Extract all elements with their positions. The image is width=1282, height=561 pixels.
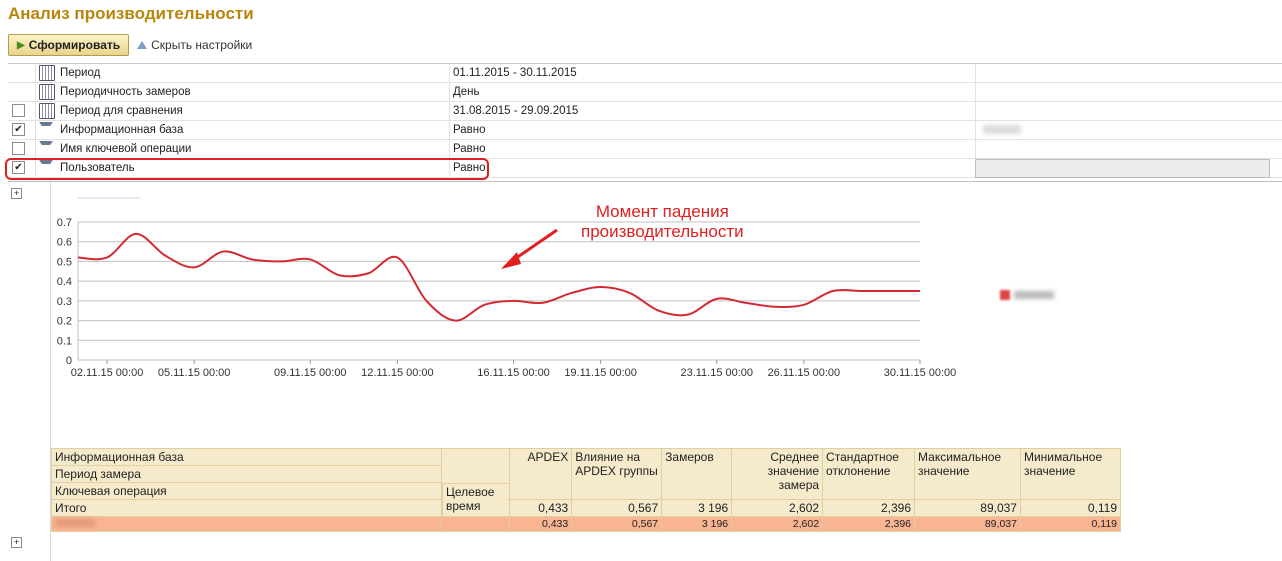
header-apdex: APDEX: [509, 448, 573, 500]
settings-row-compare-period[interactable]: Период для сравнения 31.08.2015 - 29.09.…: [8, 102, 1282, 121]
checkbox[interactable]: [12, 104, 25, 117]
y-tick-label: 0.4: [57, 276, 72, 288]
checkbox[interactable]: [12, 142, 25, 155]
y-tick-label: 0.6: [57, 237, 72, 249]
settings-row-key-operation[interactable]: Имя ключевой операции Равно: [8, 140, 1282, 159]
performance-chart: 0 0.1 0.2 0.3 0.4 0.5 0.6 0.7 02.11.15 00:00 05.…: [57, 197, 957, 379]
table-row[interactable]: 0,433 0,567 3 196 2,602 2,396 89,037 0,1…: [50, 516, 1122, 532]
total-influence: 0,567: [571, 499, 663, 517]
play-icon: ▶: [17, 39, 25, 51]
settings-label: Информационная база: [60, 124, 184, 136]
total-count: 3 196: [661, 499, 733, 517]
total-row: Итого 0,433 0,567 3 196 2,602 2,396 89,0…: [50, 499, 1122, 517]
y-tick-label: 0.7: [57, 217, 72, 229]
legend-label-redacted: [1014, 291, 1054, 299]
report-gutter: [8, 182, 51, 561]
legend-swatch: [1000, 290, 1010, 300]
generate-button-label: Сформировать: [28, 38, 121, 52]
row-influence: 0,567: [571, 516, 663, 532]
header-target-time: Целевое время: [442, 483, 508, 515]
calendar-icon: [39, 103, 55, 119]
header-influence: Влияние на APDEX группы: [571, 448, 663, 500]
chart-legend: [1000, 290, 1054, 300]
settings-value[interactable]: Равно: [453, 143, 486, 155]
settings-label: Период для сравнения: [60, 105, 183, 117]
settings-value[interactable]: 31.08.2015 - 29.09.2015: [453, 105, 578, 117]
annotation-line2: производительности: [581, 222, 744, 241]
row-apdex: 0,433: [509, 516, 573, 532]
settings-label: Периодичность замеров: [60, 86, 191, 98]
header-count: Замеров: [661, 448, 733, 500]
header-stddev: Стандартное отклонение: [822, 448, 916, 500]
header-max: Максимальное значение: [914, 448, 1021, 500]
total-apdex: 0,433: [509, 499, 573, 517]
settings-value[interactable]: Равно: [453, 124, 486, 136]
settings-row-periodicity[interactable]: Периодичность замеров День: [8, 83, 1282, 102]
header-infobase: Информационная база: [50, 448, 443, 466]
row-count: 3 196: [661, 516, 733, 532]
x-tick-label: 30.11.15 00:00: [884, 367, 957, 379]
annotation-arrow: [501, 228, 558, 269]
calendar-icon: [39, 65, 55, 81]
expand-icon[interactable]: +: [11, 188, 22, 199]
results-table: Информационная база APDEX Влияние на APD…: [50, 448, 1122, 532]
y-tick-label: 0.3: [57, 296, 72, 308]
row-label-redacted: [50, 516, 443, 532]
settings-label: Период: [60, 67, 101, 79]
annotation: Момент падения производительности: [581, 202, 744, 242]
header-period: Период замера: [50, 465, 443, 483]
generate-button[interactable]: ▶ Сформировать: [8, 34, 130, 56]
filter-icon: [39, 122, 53, 136]
filter-icon: [39, 141, 53, 155]
settings-value[interactable]: 01.11.2015 - 30.11.2015: [453, 67, 577, 79]
settings-row-period[interactable]: Период 01.11.2015 - 30.11.2015: [8, 64, 1282, 83]
header-key-operation: Ключевая операция: [50, 482, 443, 500]
expand-icon[interactable]: +: [11, 537, 22, 548]
y-tick-label: 0.5: [57, 256, 72, 268]
toolbar: ▶ Сформировать Скрыть настройки: [8, 34, 252, 56]
x-tick-label: 12.11.15 00:00: [361, 367, 434, 379]
settings-value[interactable]: День: [453, 86, 480, 98]
arrow-up-icon: [137, 41, 148, 49]
y-tick-label: 0.2: [57, 316, 72, 328]
settings-label: Имя ключевой операции: [60, 143, 192, 155]
total-max: 89,037: [914, 499, 1021, 517]
total-stddev: 2,396: [822, 499, 916, 517]
row-max: 89,037: [914, 516, 1021, 532]
x-tick-label: 05.11.15 00:00: [158, 367, 231, 379]
report-separator: [8, 181, 1282, 182]
x-tick-label: 09.11.15 00:00: [274, 367, 347, 379]
settings-row-infobase[interactable]: ✔ Информационная база Равно: [8, 121, 1282, 140]
header-avg: Среднее значение замера: [731, 448, 824, 500]
hide-settings-label: Скрыть настройки: [151, 38, 253, 52]
x-tick-label: 02.11.15 00:00: [71, 367, 144, 379]
x-tick-label: 19.11.15 00:00: [564, 367, 637, 379]
row-min: 0,119: [1019, 516, 1122, 532]
total-avg: 2,602: [731, 499, 824, 517]
user-row-highlight: [5, 158, 489, 180]
y-tick-label: 0: [66, 355, 72, 367]
user-value-field[interactable]: [975, 159, 1270, 178]
total-min: 0,119: [1019, 499, 1122, 517]
checkbox-checked[interactable]: ✔: [12, 123, 25, 136]
x-tick-label: 26.11.15 00:00: [768, 367, 841, 379]
header-min: Минимальное значение: [1019, 448, 1122, 500]
row-avg: 2,602: [731, 516, 824, 532]
annotation-line1: Момент падения: [595, 202, 729, 221]
x-tick-label: 23.11.15 00:00: [680, 367, 753, 379]
total-label: Итого: [50, 499, 443, 517]
y-tick-label: 0.1: [57, 335, 72, 347]
calendar-icon: [39, 84, 55, 100]
page-title: Анализ производительности: [8, 4, 254, 23]
redacted-value: [983, 125, 1021, 134]
hide-settings-button[interactable]: Скрыть настройки: [137, 38, 252, 52]
x-tick-label: 16.11.15 00:00: [477, 367, 550, 379]
row-stddev: 2,396: [822, 516, 916, 532]
